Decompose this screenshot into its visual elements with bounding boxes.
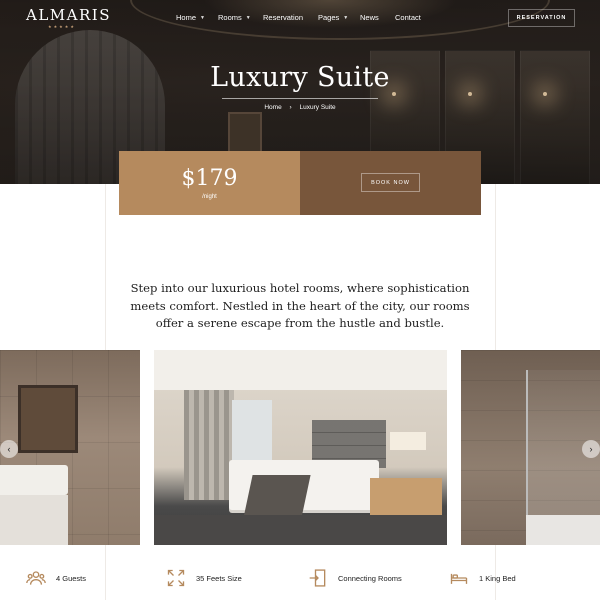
page-title: Luxury Suite xyxy=(210,62,390,93)
nav-item-label: Contact xyxy=(395,13,421,22)
nav-item-pages[interactable]: Pages ▼ xyxy=(318,13,360,22)
chevron-down-icon: ▼ xyxy=(245,14,251,21)
gallery-photo-shower[interactable] xyxy=(461,350,600,545)
bed-icon xyxy=(450,573,468,584)
photo-curtain xyxy=(184,390,234,500)
chevron-left-icon: ‹ xyxy=(7,444,11,454)
feature-label: Connecting Rooms xyxy=(338,573,402,583)
price-period: /night xyxy=(202,193,217,200)
price-panel: $179 /night xyxy=(119,151,300,215)
breadcrumb: Home › Luxury Suite xyxy=(0,104,600,111)
room-features: 4 Guests 35 Feets Size Connecting Rooms … xyxy=(0,568,600,592)
gallery-photo-bathroom[interactable] xyxy=(0,350,140,545)
nav-item-label: Pages xyxy=(318,13,340,22)
feature-label: 1 King Bed xyxy=(479,573,516,583)
expand-icon xyxy=(167,569,185,587)
feature-label: 35 Feets Size xyxy=(196,573,242,583)
brand-stars: ★★★★★ xyxy=(48,24,76,29)
photo-lamp xyxy=(390,432,426,450)
title-underline xyxy=(222,98,378,99)
feature-size: 35 Feets Size xyxy=(166,568,242,588)
booking-panel: BOOK NOW xyxy=(300,151,481,215)
chevron-down-icon: ▼ xyxy=(343,14,349,21)
gallery-prev-button[interactable]: ‹ xyxy=(0,440,18,458)
photo-ceiling xyxy=(154,350,447,390)
photo-floor xyxy=(154,515,447,545)
nav-item-reservation[interactable]: Reservation xyxy=(263,13,318,22)
price-value: $179 xyxy=(181,165,238,191)
reservation-button[interactable]: RESERVATION xyxy=(508,9,575,27)
chevron-right-icon: › xyxy=(589,444,593,454)
connecting-door-icon xyxy=(309,569,326,587)
guests-icon xyxy=(26,571,46,585)
photo-shower-tray xyxy=(526,515,600,545)
nav-item-rooms[interactable]: Rooms ▼ xyxy=(218,13,263,22)
nav-item-label: News xyxy=(360,13,379,22)
feature-guests: 4 Guests xyxy=(26,568,86,588)
photo-vanity xyxy=(0,495,68,545)
main-nav: Home ▼ Rooms ▼ Reservation Pages ▼ News … xyxy=(176,13,435,22)
nav-item-home[interactable]: Home ▼ xyxy=(176,13,218,22)
feature-connecting: Connecting Rooms xyxy=(308,568,402,588)
room-description: Step into our luxurious hotel rooms, whe… xyxy=(130,281,470,330)
book-now-button[interactable]: BOOK NOW xyxy=(361,173,420,192)
photo-sink xyxy=(0,465,68,495)
nav-item-label: Reservation xyxy=(263,13,304,22)
nav-item-label: Rooms xyxy=(218,13,242,22)
gallery-next-button[interactable]: › xyxy=(582,440,600,458)
nav-item-contact[interactable]: Contact xyxy=(395,13,435,22)
brand-logo[interactable]: ALMARIS xyxy=(26,6,111,24)
nav-item-label: Home xyxy=(176,13,197,22)
feature-bed: 1 King Bed xyxy=(449,568,516,588)
photo-mirror xyxy=(18,385,78,453)
breadcrumb-separator-icon: › xyxy=(289,104,292,111)
breadcrumb-home-link[interactable]: Home xyxy=(264,104,281,111)
chevron-down-icon: ▼ xyxy=(200,14,205,21)
breadcrumb-current: Luxury Suite xyxy=(299,104,336,111)
nav-item-news[interactable]: News xyxy=(360,13,395,22)
gallery-photo-bedroom[interactable] xyxy=(154,350,447,545)
feature-label: 4 Guests xyxy=(56,573,87,583)
